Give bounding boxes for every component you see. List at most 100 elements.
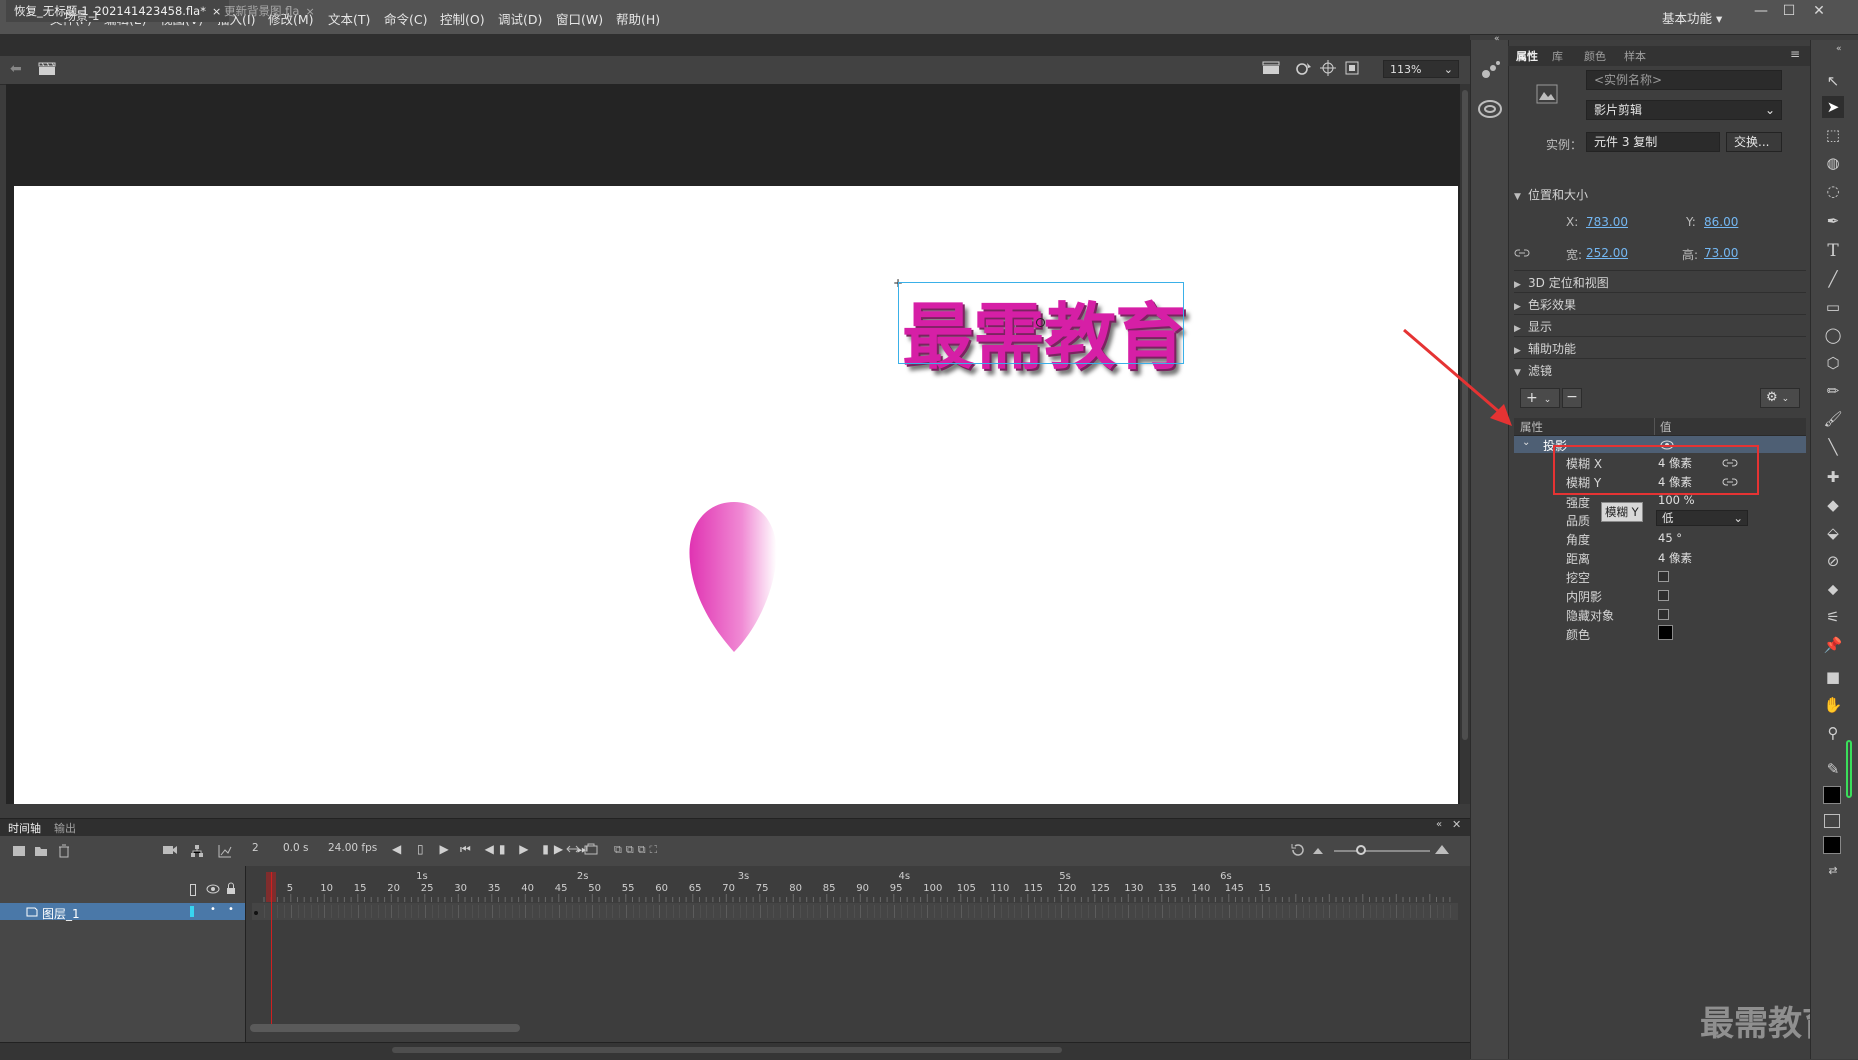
- frame-cell[interactable]: [719, 905, 721, 918]
- frame-cell[interactable]: [538, 905, 540, 918]
- frame-cell[interactable]: [833, 905, 835, 918]
- frame-cell[interactable]: [424, 905, 426, 918]
- tab-library[interactable]: 库: [1552, 48, 1563, 64]
- ink-bottle-icon[interactable]: ⬙: [1822, 522, 1844, 544]
- frame-cell[interactable]: [987, 905, 989, 918]
- frame-cell[interactable]: [619, 905, 621, 918]
- frame-cell[interactable]: [806, 905, 808, 918]
- frame-cell[interactable]: [726, 905, 728, 918]
- tab-properties[interactable]: 属性: [1516, 48, 1538, 64]
- frame-cell[interactable]: [666, 905, 667, 918]
- hand-tool-icon[interactable]: ✋: [1822, 694, 1844, 716]
- close-icon[interactable]: ✕: [1452, 818, 1461, 831]
- frame-cell[interactable]: [1108, 905, 1110, 918]
- height-value[interactable]: 73.00: [1704, 246, 1738, 260]
- layer-visible-dot[interactable]: •: [210, 904, 216, 915]
- lock-icon[interactable]: [226, 882, 236, 895]
- frame-cell[interactable]: [1382, 905, 1384, 918]
- frame-cell[interactable]: [1155, 905, 1157, 918]
- frame-cell[interactable]: [853, 905, 855, 918]
- frame-cell[interactable]: [699, 905, 701, 918]
- stroke-color-icon[interactable]: ✎: [1822, 758, 1844, 780]
- frame-cell[interactable]: [1356, 905, 1358, 918]
- knockout-checkbox[interactable]: [1658, 571, 1669, 582]
- frame-cell[interactable]: [1034, 905, 1036, 918]
- subselection-tool-icon[interactable]: ➤: [1822, 96, 1844, 118]
- frame-cell[interactable]: [552, 905, 554, 918]
- frame-cell[interactable]: [1168, 905, 1170, 918]
- frame-cell[interactable]: [1449, 905, 1451, 918]
- frame-cell[interactable]: [820, 905, 822, 918]
- frame-cell[interactable]: [652, 905, 654, 918]
- symbol-type-select[interactable]: 影片剪辑 ⌄: [1586, 100, 1782, 120]
- width-value[interactable]: 252.00: [1586, 246, 1628, 260]
- frame-cell[interactable]: [1396, 905, 1398, 918]
- menu-commands[interactable]: 命令(C): [384, 9, 427, 28]
- petal-shape[interactable]: [688, 500, 780, 654]
- frame-cell[interactable]: [920, 905, 922, 918]
- frame-cell[interactable]: [1001, 905, 1002, 918]
- lasso-icon[interactable]: ◌: [1822, 180, 1844, 202]
- frame-cell[interactable]: [1275, 905, 1277, 918]
- frame-cell[interactable]: [873, 905, 875, 918]
- frame-cell[interactable]: [578, 905, 580, 918]
- strength-value[interactable]: 100 %: [1658, 493, 1695, 507]
- frame-cell[interactable]: [290, 905, 292, 918]
- motion-presets-icon[interactable]: [1480, 60, 1502, 80]
- frame-cell[interactable]: [753, 905, 755, 918]
- frame-cell[interactable]: [1369, 905, 1371, 918]
- menu-text[interactable]: 文本(T): [328, 9, 370, 28]
- frame-cell[interactable]: [746, 905, 748, 918]
- frame-cell[interactable]: [786, 905, 788, 918]
- frame-cell[interactable]: [980, 905, 982, 918]
- frame-cell[interactable]: [324, 905, 326, 918]
- layer-name[interactable]: 图层_1: [42, 905, 80, 922]
- 3d-rotation-icon[interactable]: ◍: [1822, 152, 1844, 174]
- frame-cell[interactable]: [1222, 905, 1224, 918]
- registration-point[interactable]: [1036, 318, 1045, 327]
- free-transform-icon[interactable]: ⬚: [1822, 124, 1844, 146]
- frame-cell[interactable]: [994, 905, 996, 918]
- chevron-down-icon[interactable]: ⌄: [1522, 437, 1530, 448]
- frame-cell[interactable]: [1195, 905, 1197, 918]
- frame-cell[interactable]: [1161, 905, 1163, 918]
- pen-tool-icon[interactable]: ✒: [1822, 210, 1844, 232]
- frame-cell[interactable]: [887, 905, 889, 918]
- frame-cell[interactable]: [431, 905, 433, 918]
- frame-cell[interactable]: [1021, 905, 1023, 918]
- frame-cell[interactable]: [398, 905, 399, 918]
- frame-cell[interactable]: [1376, 905, 1378, 918]
- frame-cell[interactable]: [893, 905, 895, 918]
- eraser-icon[interactable]: ⬥: [1822, 578, 1844, 600]
- frame-cell[interactable]: [1014, 905, 1016, 918]
- frame-cell[interactable]: [384, 905, 386, 918]
- instance-name-input[interactable]: <实例名称>: [1586, 70, 1782, 90]
- frame-cell[interactable]: [1349, 905, 1351, 918]
- frame-cell[interactable]: [907, 905, 909, 918]
- frame-cell[interactable]: [297, 905, 299, 918]
- stage-canvas[interactable]: [14, 186, 1458, 804]
- center-stage-icon[interactable]: [1320, 60, 1336, 76]
- frame-cell[interactable]: [659, 905, 661, 918]
- frame-cell[interactable]: [565, 905, 567, 918]
- frame-cell[interactable]: [1242, 905, 1244, 918]
- frame-cell[interactable]: [846, 905, 848, 918]
- timeline-zoom-slider[interactable]: [1334, 850, 1430, 852]
- frame-cell[interactable]: [1389, 905, 1391, 918]
- minimize-button[interactable]: —: [1748, 3, 1774, 23]
- frame-cell[interactable]: [1228, 905, 1230, 918]
- folder-icon[interactable]: [34, 845, 48, 857]
- frame-cell[interactable]: [1135, 905, 1136, 918]
- frame-cell[interactable]: [766, 905, 768, 918]
- frame-cell[interactable]: [927, 905, 929, 918]
- frame-cell[interactable]: [351, 905, 353, 918]
- asset-warp-icon[interactable]: 📌: [1822, 634, 1844, 656]
- frames-row[interactable]: [252, 903, 1458, 920]
- bottom-scrollbar-thumb[interactable]: [392, 1047, 1062, 1053]
- frame-cell[interactable]: [1302, 905, 1304, 918]
- frame-cell[interactable]: [1175, 905, 1177, 918]
- frame-cell[interactable]: [686, 905, 688, 918]
- playhead-line[interactable]: [270, 872, 272, 1032]
- clip-content-icon[interactable]: [1344, 60, 1360, 76]
- frame-cell[interactable]: [712, 905, 714, 918]
